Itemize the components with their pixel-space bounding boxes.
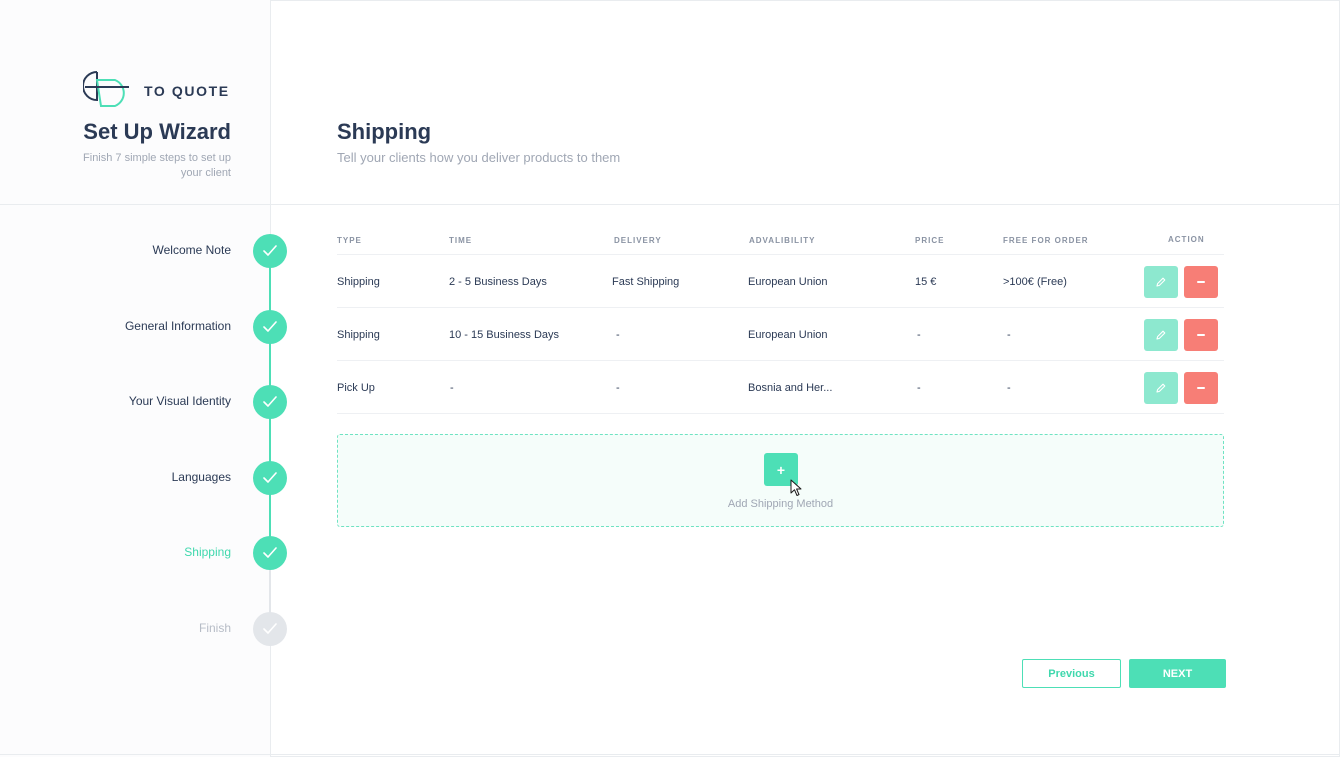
step-status: [253, 234, 287, 268]
page-title: Shipping: [337, 119, 432, 144]
step-label: Shipping: [184, 545, 231, 559]
step-status: [253, 536, 287, 570]
column-header-time: TIME: [449, 236, 473, 245]
edit-button[interactable]: [1144, 319, 1178, 351]
step-status: [253, 385, 287, 419]
delete-button[interactable]: [1184, 266, 1218, 298]
add-shipping-method-dropzone[interactable]: + Add Shipping Method: [337, 434, 1224, 527]
cell-time: 2 - 5 Business Days: [449, 276, 547, 288]
cell-type: Shipping: [337, 276, 380, 288]
next-button[interactable]: NEXT: [1129, 659, 1226, 688]
minus-icon: [1197, 334, 1205, 336]
check-icon: [263, 245, 277, 256]
cell-price: -: [917, 382, 921, 394]
cell-type: Shipping: [337, 329, 380, 341]
cell-price: 15 €: [915, 276, 937, 288]
cell-delivery: Fast Shipping: [612, 276, 680, 288]
cell-availability: Bosnia and Her...: [748, 382, 833, 394]
step-status: [253, 310, 287, 344]
step-finish[interactable]: Finish: [0, 612, 289, 646]
bottom-divider: [0, 754, 1340, 755]
step-label: Finish: [198, 621, 231, 635]
cell-availability: European Union: [748, 276, 828, 288]
previous-button[interactable]: Previous: [1022, 659, 1121, 688]
step-label: General Information: [124, 319, 231, 333]
step-languages[interactable]: Languages: [0, 461, 289, 495]
cell-time: -: [450, 382, 454, 394]
edit-button[interactable]: [1144, 372, 1178, 404]
cell-free-for-order: >100€ (Free): [1003, 276, 1067, 288]
step-visual-identity[interactable]: Your Visual Identity: [0, 385, 289, 419]
cell-time: 10 - 15 Business Days: [449, 329, 560, 341]
minus-icon: [1197, 281, 1205, 283]
table-row: Shipping 2 - 5 Business Days Fast Shippi…: [337, 255, 1224, 308]
step-status: [253, 612, 287, 646]
check-icon: [263, 623, 277, 634]
check-icon: [263, 472, 277, 483]
delete-button[interactable]: [1184, 372, 1218, 404]
step-shipping[interactable]: Shipping: [0, 536, 289, 570]
cell-availability: European Union: [748, 329, 828, 341]
column-header-price: PRICE: [915, 236, 945, 245]
cell-type: Pick Up: [337, 382, 375, 394]
pencil-icon: [1156, 330, 1166, 340]
column-header-delivery: DELIVERY: [614, 236, 662, 245]
cell-free-for-order: -: [1007, 329, 1011, 341]
wizard-subtitle: Finish 7 simple steps to set up your cli…: [83, 152, 231, 179]
edit-button[interactable]: [1144, 266, 1178, 298]
mouse-cursor-icon: [790, 479, 802, 496]
page-subtitle: Tell your clients how you deliver produc…: [337, 150, 621, 165]
table-row: Pick Up - - Bosnia and Her... - -: [337, 361, 1224, 414]
table-header: TYPE TIME DELIVERY ADVALIBILITY PRICE FR…: [337, 226, 1224, 255]
check-icon: [263, 321, 277, 332]
delete-button[interactable]: [1184, 319, 1218, 351]
step-label: Your Visual Identity: [128, 394, 231, 408]
plus-icon: +: [776, 461, 786, 478]
minus-icon: [1197, 387, 1205, 389]
step-status: [253, 461, 287, 495]
check-icon: [263, 396, 277, 407]
cell-price: -: [917, 329, 921, 341]
header-divider: [0, 204, 1340, 205]
table-row: Shipping 10 - 15 Business Days - Europea…: [337, 308, 1224, 361]
to-quote-logo-icon: [83, 71, 129, 107]
step-welcome-note[interactable]: Welcome Note: [0, 234, 289, 268]
check-icon: [263, 547, 277, 558]
pencil-icon: [1156, 277, 1166, 287]
add-shipping-method-label: Add Shipping Method: [727, 498, 834, 510]
step-general-information[interactable]: General Information: [0, 310, 289, 344]
cell-free-for-order: -: [1007, 382, 1011, 394]
pencil-icon: [1156, 383, 1166, 393]
cell-delivery: -: [616, 382, 620, 394]
wizard-title: Set Up Wizard: [83, 119, 231, 144]
brand-name: TO QUOTE: [144, 83, 230, 99]
cell-delivery: -: [616, 329, 620, 341]
column-header-availability: ADVALIBILITY: [749, 236, 816, 245]
shipping-methods-table: TYPE TIME DELIVERY ADVALIBILITY PRICE FR…: [337, 226, 1224, 414]
column-header-free-for-order: FREE FOR ORDER: [1003, 236, 1089, 245]
step-label: Languages: [171, 470, 231, 484]
column-header-type: TYPE: [337, 236, 362, 245]
step-label: Welcome Note: [152, 243, 231, 257]
column-header-action: ACTION: [1168, 235, 1205, 244]
